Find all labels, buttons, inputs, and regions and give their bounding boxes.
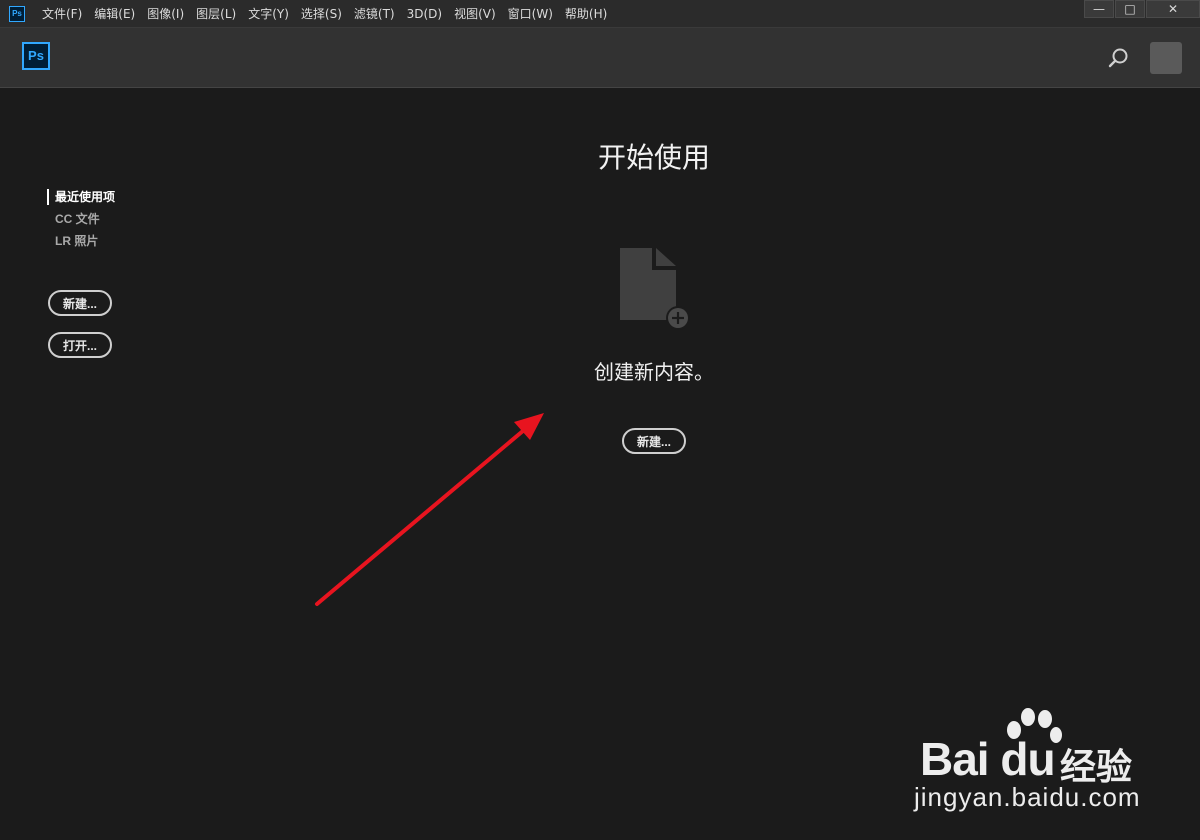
menu-view[interactable]: 视图(V): [448, 0, 502, 28]
search-icon: [1108, 48, 1128, 68]
sidebar-item-recent[interactable]: 最近使用项: [47, 187, 115, 209]
annotation-arrow-icon: [315, 413, 544, 606]
sidebar-item-cc-files[interactable]: CC 文件: [47, 209, 115, 231]
menu-layer[interactable]: 图层(L): [190, 0, 242, 28]
app-header: Ps: [0, 28, 1200, 88]
new-document-icon: [620, 248, 690, 330]
avatar[interactable]: [1150, 42, 1182, 74]
sidebar-nav: 最近使用项 CC 文件 LR 照片: [47, 187, 115, 253]
photoshop-logo[interactable]: Ps: [22, 42, 50, 70]
maximize-button[interactable]: □: [1115, 0, 1145, 18]
create-new-text: 创建新内容。: [594, 360, 714, 384]
sidebar-open-button[interactable]: 打开...: [48, 332, 112, 358]
window-controls: — □ ✕: [1083, 0, 1200, 20]
menu-window[interactable]: 窗口(W): [502, 0, 559, 28]
menu-select[interactable]: 选择(S): [295, 0, 348, 28]
close-button[interactable]: ✕: [1146, 0, 1200, 18]
menu-file[interactable]: 文件(F): [36, 0, 88, 28]
menu-3d[interactable]: 3D(D): [401, 0, 448, 28]
page-title: 开始使用: [597, 141, 710, 174]
menu-help[interactable]: 帮助(H): [559, 0, 613, 28]
minimize-button[interactable]: —: [1084, 0, 1114, 18]
menu-filter[interactable]: 滤镜(T): [348, 0, 401, 28]
watermark-url: jingyan.baidu.com: [914, 782, 1141, 812]
watermark-brand: Bai du: [920, 733, 1056, 785]
sidebar-item-lr-photos[interactable]: LR 照片: [47, 231, 115, 253]
search-button[interactable]: [1104, 45, 1132, 73]
menu-image[interactable]: 图像(I): [141, 0, 190, 28]
photoshop-app-icon[interactable]: Ps: [9, 5, 25, 22]
menu-type[interactable]: 文字(Y): [242, 0, 295, 28]
baidu-watermark: Bai du 经验 jingyan.baidu.com: [910, 708, 1180, 820]
main-new-button[interactable]: 新建...: [622, 428, 686, 454]
sidebar-new-button[interactable]: 新建...: [48, 290, 112, 316]
menu-bar: Ps 文件(F) 编辑(E) 图像(I) 图层(L) 文字(Y) 选择(S) 滤…: [0, 0, 1200, 28]
menu-edit[interactable]: 编辑(E): [88, 0, 141, 28]
